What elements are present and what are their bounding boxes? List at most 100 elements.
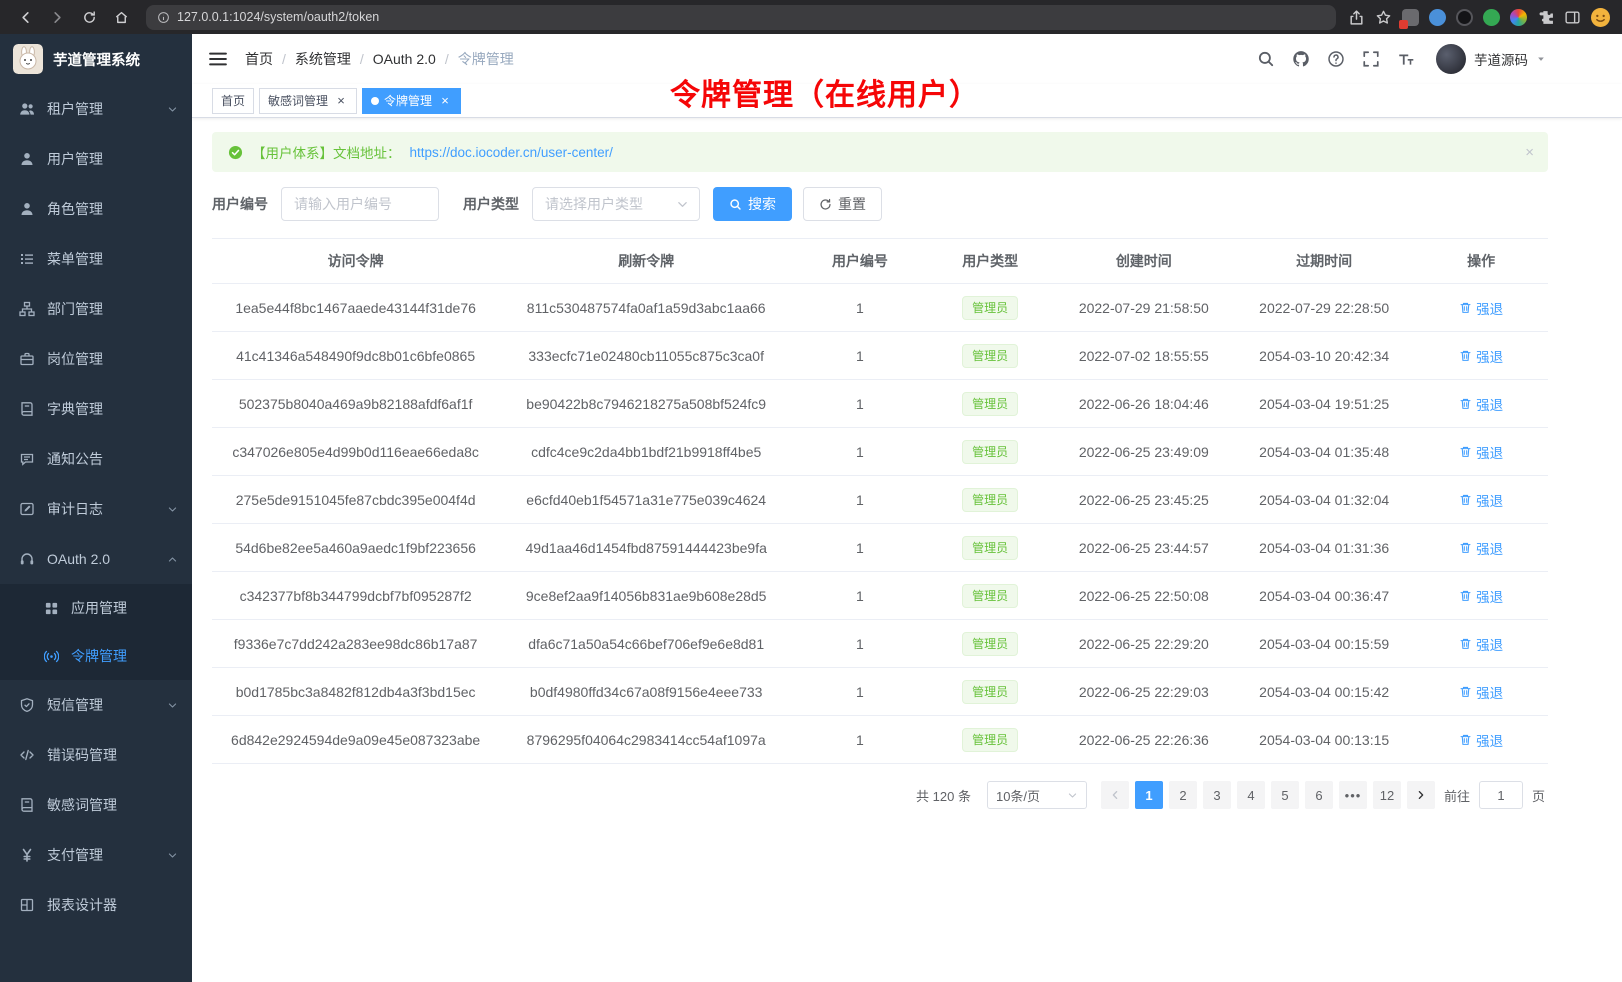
force-logout-button[interactable]: 强退	[1459, 394, 1503, 414]
user-type-badge: 管理员	[962, 632, 1018, 656]
page-size-select[interactable]: 10条/页	[987, 781, 1087, 809]
extension-icon[interactable]	[1402, 9, 1419, 26]
page-button-5[interactable]: 5	[1271, 781, 1299, 809]
sidebar-item-role[interactable]: 角色管理	[0, 184, 192, 234]
extension-icon[interactable]	[1483, 9, 1500, 26]
sidebar-item-notice[interactable]: 通知公告	[0, 434, 192, 484]
force-logout-label: 强退	[1476, 346, 1503, 366]
force-logout-button[interactable]: 强退	[1459, 586, 1503, 606]
tab-home[interactable]: 首页	[212, 88, 254, 114]
close-icon[interactable]: ×	[1525, 145, 1534, 160]
force-logout-button[interactable]: 强退	[1459, 634, 1503, 654]
access-token-cell: c342377bf8b344799dcbf7bf095287f2	[212, 572, 499, 620]
site-info-icon[interactable]	[157, 11, 170, 24]
alert-text: 【用户体系】文档地址：	[252, 142, 401, 162]
tab-sensitive-word[interactable]: 敏感词管理 ×	[259, 88, 357, 114]
table-row: c347026e805e4d99b0d116eae66eda8ccdfc4ce9…	[212, 428, 1548, 476]
sidebar-item-sms[interactable]: 短信管理	[0, 680, 192, 730]
sidebar-item-dict[interactable]: 字典管理	[0, 384, 192, 434]
chevron-up-icon	[167, 554, 178, 565]
share-icon[interactable]	[1348, 9, 1365, 26]
force-logout-button[interactable]: 强退	[1459, 298, 1503, 318]
force-logout-button[interactable]: 强退	[1459, 346, 1503, 366]
action-cell: 强退	[1414, 716, 1548, 764]
home-icon[interactable]	[108, 4, 134, 30]
refresh-token-cell: be90422b8c7946218275a508bf524fc9	[499, 380, 793, 428]
sidebar-item-dept[interactable]: 部门管理	[0, 284, 192, 334]
user-id-input[interactable]	[281, 187, 439, 221]
page-button-12[interactable]: 12	[1373, 781, 1401, 809]
sidebar-item-error-code[interactable]: 错误码管理	[0, 730, 192, 780]
side-panel-icon[interactable]	[1564, 9, 1581, 26]
table-row: 41c41346a548490f9dc8b01c6bfe0865333ecfc7…	[212, 332, 1548, 380]
sidebar-subitem-oauth2-token[interactable]: 令牌管理	[0, 632, 192, 680]
page-button-3[interactable]: 3	[1203, 781, 1231, 809]
user-type-select[interactable]: 请选择用户类型	[532, 187, 700, 221]
github-icon[interactable]	[1292, 50, 1310, 68]
sidebar-item-oauth2[interactable]: OAuth 2.0	[0, 534, 192, 584]
tab-oauth2-token[interactable]: 令牌管理×	[362, 88, 461, 114]
force-logout-button[interactable]: 强退	[1459, 442, 1503, 462]
user-type-cell: 管理员	[927, 332, 1054, 380]
force-logout-button[interactable]: 强退	[1459, 730, 1503, 750]
user-type-badge: 管理员	[962, 392, 1018, 416]
help-icon[interactable]	[1327, 50, 1345, 68]
force-logout-button[interactable]: 强退	[1459, 490, 1503, 510]
chevron-down-icon	[167, 700, 178, 711]
goto-page-input[interactable]	[1479, 781, 1523, 809]
reset-button[interactable]: 重置	[803, 187, 882, 221]
search-button[interactable]: 搜索	[713, 187, 792, 221]
sidebar-item-report-designer[interactable]: 报表设计器	[0, 880, 192, 930]
sidebar-subitem-oauth2-application[interactable]: 应用管理	[0, 584, 192, 632]
user-menu[interactable]: 芋道源码	[1436, 44, 1546, 74]
page-ellipsis-button[interactable]: •••	[1339, 781, 1367, 809]
hamburger-icon[interactable]	[208, 49, 228, 69]
search-icon[interactable]	[1257, 50, 1275, 68]
sidebar-item-label: 通知公告	[47, 449, 103, 469]
profile-avatar[interactable]	[1591, 8, 1610, 27]
delete-icon	[1459, 301, 1472, 314]
navbar-tools: 芋道源码	[1257, 44, 1546, 74]
user-type-badge: 管理员	[962, 680, 1018, 704]
prev-page-button[interactable]	[1101, 781, 1129, 809]
sidebar-item-tenant[interactable]: 租户管理	[0, 84, 192, 134]
sidebar-item-audit-log[interactable]: 审计日志	[0, 484, 192, 534]
sidebar-item-user[interactable]: 用户管理	[0, 134, 192, 184]
back-icon[interactable]	[12, 4, 38, 30]
force-logout-button[interactable]: 强退	[1459, 538, 1503, 558]
sidebar-item-sensitive-word[interactable]: 敏感词管理	[0, 780, 192, 830]
breadcrumb-item[interactable]: OAuth 2.0	[373, 51, 436, 67]
delete-icon	[1459, 445, 1472, 458]
fullscreen-icon[interactable]	[1362, 50, 1380, 68]
extensions-puzzle-icon[interactable]	[1537, 9, 1554, 26]
breadcrumb-item[interactable]: 系统管理	[295, 49, 351, 69]
sidebar-item-post[interactable]: 岗位管理	[0, 334, 192, 384]
app-logo[interactable]: 芋道管理系统	[0, 34, 192, 84]
chat-icon	[19, 451, 35, 467]
page-button-4[interactable]: 4	[1237, 781, 1265, 809]
alert-link[interactable]: https://doc.iocoder.cn/user-center/	[410, 145, 613, 160]
next-page-button[interactable]	[1407, 781, 1435, 809]
bookmark-star-icon[interactable]	[1375, 9, 1392, 26]
sidebar-item-pay[interactable]: 支付管理	[0, 830, 192, 880]
extension-icon[interactable]	[1456, 9, 1473, 26]
reload-icon[interactable]	[76, 4, 102, 30]
sidebar-item-menu[interactable]: 菜单管理	[0, 234, 192, 284]
extension-icon[interactable]	[1510, 9, 1527, 26]
shield-icon	[19, 697, 35, 713]
breadcrumb-item[interactable]: 首页	[245, 49, 273, 69]
font-size-icon[interactable]	[1397, 50, 1415, 68]
breadcrumb-separator: /	[282, 51, 286, 67]
force-logout-label: 强退	[1476, 586, 1503, 606]
address-bar[interactable]: 127.0.0.1:1024/system/oauth2/token	[146, 5, 1336, 30]
user-id-cell: 1	[793, 428, 927, 476]
force-logout-button[interactable]: 强退	[1459, 682, 1503, 702]
page-button-1[interactable]: 1	[1135, 781, 1163, 809]
forward-icon[interactable]	[44, 4, 70, 30]
tab-label: 敏感词管理	[268, 92, 328, 109]
page-button-2[interactable]: 2	[1169, 781, 1197, 809]
extension-icon[interactable]	[1429, 9, 1446, 26]
page-button-6[interactable]: 6	[1305, 781, 1333, 809]
close-icon[interactable]: ×	[438, 94, 452, 108]
close-icon[interactable]: ×	[334, 94, 348, 108]
